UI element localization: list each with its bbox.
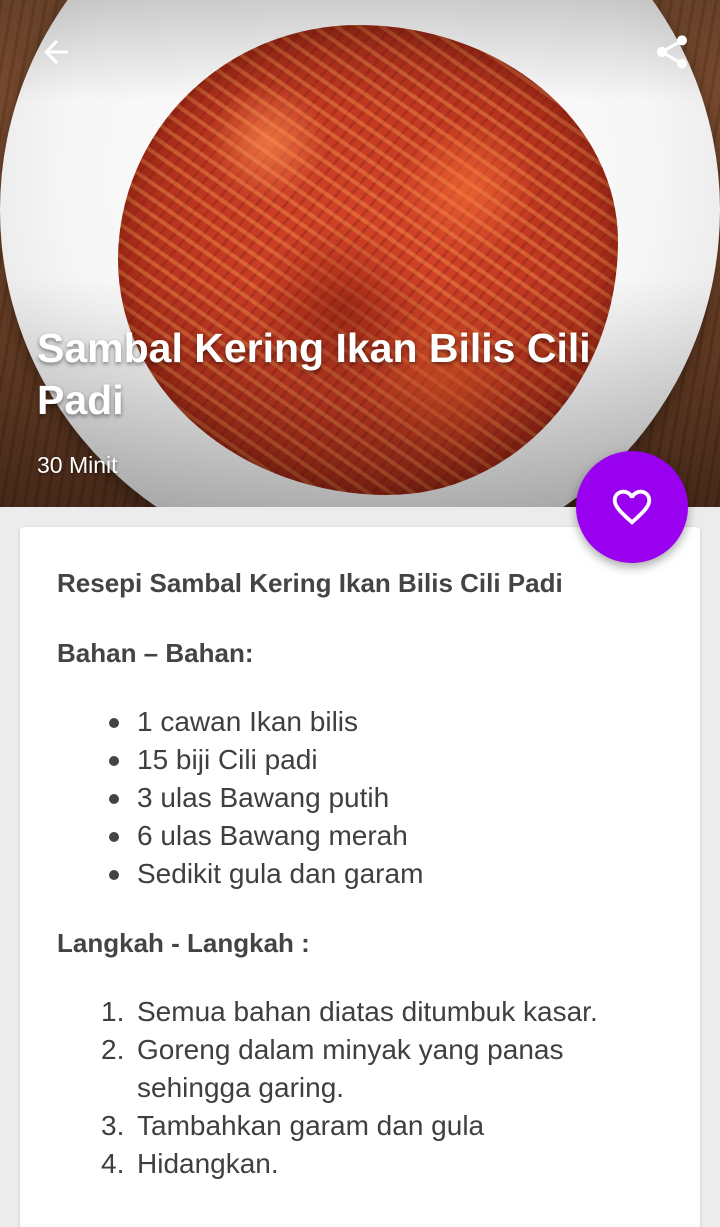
ingredients-heading: Bahan – Bahan:: [57, 638, 254, 668]
step-number: 3.: [101, 1110, 125, 1141]
step-text: Semua bahan diatas ditumbuk kasar.: [137, 996, 598, 1027]
heart-outline-icon: [612, 489, 652, 525]
ingredient-item: Sedikit gula dan garam: [105, 855, 663, 893]
step-text: Goreng dalam minyak yang panas sehingga …: [137, 1034, 564, 1103]
step-item: 3. Tambahkan garam dan gula: [101, 1107, 663, 1145]
share-button[interactable]: [646, 26, 698, 78]
step-number: 1.: [101, 996, 125, 1027]
recipe-hero-image: Sambal Kering Ikan Bilis Cili Padi 30 Mi…: [0, 0, 720, 507]
step-number: 4.: [101, 1148, 125, 1179]
step-number: 2.: [101, 1034, 125, 1065]
ingredient-item: 6 ulas Bawang merah: [105, 817, 663, 855]
steps-heading: Langkah - Langkah :: [57, 928, 310, 958]
step-item: 1. Semua bahan diatas ditumbuk kasar.: [101, 993, 663, 1031]
recipe-detail-screen: Sambal Kering Ikan Bilis Cili Padi 30 Mi…: [0, 0, 720, 1227]
ingredients-list: 1 cawan Ikan bilis 15 biji Cili padi 3 u…: [57, 703, 663, 893]
recipe-content-card: Resepi Sambal Kering Ikan Bilis Cili Pad…: [20, 527, 700, 1227]
ingredient-item: 15 biji Cili padi: [105, 741, 663, 779]
back-button[interactable]: [30, 26, 82, 78]
favorite-button[interactable]: [576, 451, 688, 563]
share-icon: [657, 35, 687, 69]
step-item: 4. Hidangkan.: [101, 1145, 663, 1183]
ingredient-item: 1 cawan Ikan bilis: [105, 703, 663, 741]
step-text: Tambahkan garam dan gula: [137, 1110, 485, 1141]
steps-list: 1. Semua bahan diatas ditumbuk kasar. 2.…: [57, 993, 663, 1183]
ingredient-item: 3 ulas Bawang putih: [105, 779, 663, 817]
step-item: 2. Goreng dalam minyak yang panas sehing…: [101, 1031, 663, 1107]
step-text: Hidangkan.: [137, 1148, 279, 1179]
recipe-heading: Resepi Sambal Kering Ikan Bilis Cili Pad…: [57, 568, 563, 598]
arrow-left-icon: [44, 40, 68, 64]
recipe-title: Sambal Kering Ikan Bilis Cili Padi: [37, 325, 591, 423]
cooking-duration: 30 Minit: [37, 452, 118, 478]
